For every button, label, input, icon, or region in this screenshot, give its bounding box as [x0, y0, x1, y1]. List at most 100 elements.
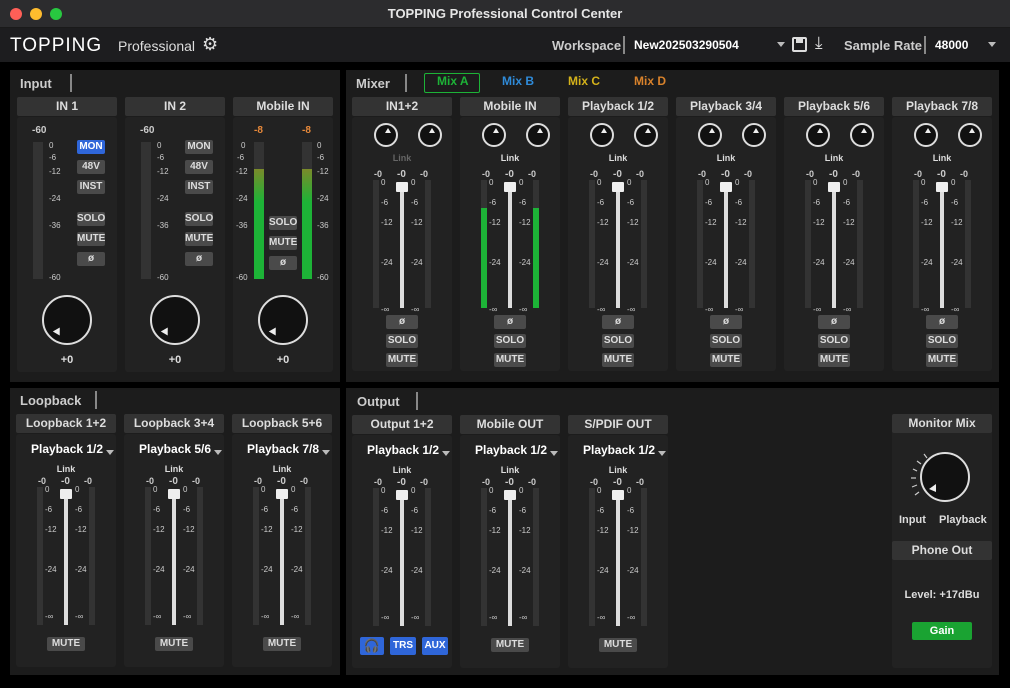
tab-mix-c[interactable]: Mix C	[568, 74, 600, 88]
fader-track[interactable]	[724, 184, 728, 308]
fader-handle[interactable]	[396, 490, 408, 500]
sample-rate-select[interactable]: 48000	[935, 38, 968, 52]
gain-knob[interactable]	[150, 295, 200, 345]
solo-button[interactable]: SOLO	[602, 334, 634, 348]
fader-track[interactable]	[940, 184, 944, 308]
pan-knob[interactable]	[374, 123, 398, 147]
mute-button[interactable]: MUTE	[185, 232, 213, 246]
link-label[interactable]: Link	[16, 464, 116, 474]
chevron-down-icon[interactable]	[550, 451, 558, 456]
phase-button[interactable]: ø	[494, 315, 526, 329]
phantom-48v-button[interactable]: 48V	[77, 160, 105, 174]
inst-button[interactable]: INST	[185, 180, 213, 194]
pan-knob[interactable]	[590, 123, 614, 147]
pan-knob[interactable]	[634, 123, 658, 147]
solo-button[interactable]: SOLO	[386, 334, 418, 348]
fader-track[interactable]	[172, 491, 176, 625]
fader-track[interactable]	[508, 492, 512, 626]
fader-handle[interactable]	[504, 490, 516, 500]
solo-button[interactable]: SOLO	[710, 334, 742, 348]
fader-track[interactable]	[508, 184, 512, 308]
pan-knob[interactable]	[418, 123, 442, 147]
fader-handle[interactable]	[936, 182, 948, 192]
fader-handle[interactable]	[612, 490, 624, 500]
solo-button[interactable]: SOLO	[818, 334, 850, 348]
phase-button[interactable]: ø	[386, 315, 418, 329]
link-label[interactable]: Link	[352, 465, 452, 475]
fader-handle[interactable]	[276, 489, 288, 499]
pan-knob[interactable]	[806, 123, 830, 147]
download-icon[interactable]: ⤓	[815, 33, 823, 53]
mute-button[interactable]: MUTE	[926, 353, 958, 367]
loopback-source-select[interactable]: Playback 7/8	[247, 442, 319, 456]
fader-handle[interactable]	[828, 182, 840, 192]
chevron-down-icon[interactable]	[106, 450, 114, 455]
mute-button[interactable]: MUTE	[263, 637, 301, 651]
link-label[interactable]: Link	[568, 153, 668, 163]
pan-knob[interactable]	[482, 123, 506, 147]
link-label[interactable]: Link	[124, 464, 224, 474]
pan-knob[interactable]	[850, 123, 874, 147]
pan-knob[interactable]	[526, 123, 550, 147]
gain-button[interactable]: Gain	[912, 622, 972, 640]
inst-button[interactable]: INST	[77, 180, 105, 194]
loopback-source-select[interactable]: Playback 5/6	[139, 442, 211, 456]
output-source-select[interactable]: Playback 1/2	[367, 443, 439, 457]
fader-track[interactable]	[400, 184, 404, 308]
mon-button[interactable]: MON	[77, 140, 105, 154]
gear-icon[interactable]: ⚙	[202, 35, 220, 53]
mute-button[interactable]: MUTE	[269, 236, 297, 250]
link-label[interactable]: Link	[676, 153, 776, 163]
trs-button[interactable]: TRS	[390, 637, 416, 655]
mute-button[interactable]: MUTE	[818, 353, 850, 367]
link-label[interactable]: Link	[352, 153, 452, 163]
fader-track[interactable]	[400, 492, 404, 626]
phase-button[interactable]: ø	[710, 315, 742, 329]
chevron-down-icon[interactable]	[442, 451, 450, 456]
link-label[interactable]: Link	[784, 153, 884, 163]
mute-button[interactable]: MUTE	[386, 353, 418, 367]
pan-knob[interactable]	[698, 123, 722, 147]
aux-button[interactable]: AUX	[422, 637, 448, 655]
link-label[interactable]: Link	[460, 465, 560, 475]
phase-button[interactable]: ø	[269, 256, 297, 270]
fader-handle[interactable]	[720, 182, 732, 192]
link-label[interactable]: Link	[892, 153, 992, 163]
output-source-select[interactable]: Playback 1/2	[475, 443, 547, 457]
workspace-select[interactable]: New202503290504	[634, 38, 739, 52]
solo-button[interactable]: SOLO	[269, 216, 297, 230]
phase-button[interactable]: ø	[926, 315, 958, 329]
tab-mix-d[interactable]: Mix D	[634, 74, 666, 88]
solo-button[interactable]: SOLO	[494, 334, 526, 348]
solo-button[interactable]: SOLO	[77, 212, 105, 226]
solo-button[interactable]: SOLO	[185, 212, 213, 226]
mon-button[interactable]: MON	[185, 140, 213, 154]
pan-knob[interactable]	[742, 123, 766, 147]
phase-button[interactable]: ø	[818, 315, 850, 329]
mute-button[interactable]: MUTE	[494, 353, 526, 367]
mute-button[interactable]: MUTE	[599, 638, 637, 652]
mute-button[interactable]: MUTE	[47, 637, 85, 651]
fader-handle[interactable]	[396, 182, 408, 192]
tab-mix-a[interactable]: Mix A	[437, 74, 469, 88]
solo-button[interactable]: SOLO	[926, 334, 958, 348]
monitor-mix-knob[interactable]	[905, 443, 977, 505]
link-label[interactable]: Link	[232, 464, 332, 474]
chevron-down-icon[interactable]	[322, 450, 330, 455]
fader-track[interactable]	[64, 491, 68, 625]
fader-track[interactable]	[616, 184, 620, 308]
phase-button[interactable]: ø	[602, 315, 634, 329]
pan-knob[interactable]	[914, 123, 938, 147]
fader-track[interactable]	[832, 184, 836, 308]
mute-button[interactable]: MUTE	[602, 353, 634, 367]
headphones-icon[interactable]: 🎧	[360, 637, 384, 655]
tab-mix-b[interactable]: Mix B	[502, 74, 534, 88]
output-source-select[interactable]: Playback 1/2	[583, 443, 655, 457]
mute-button[interactable]: MUTE	[77, 232, 105, 246]
pan-knob[interactable]	[958, 123, 982, 147]
fader-handle[interactable]	[60, 489, 72, 499]
mute-button[interactable]: MUTE	[155, 637, 193, 651]
mute-button[interactable]: MUTE	[491, 638, 529, 652]
gain-knob[interactable]	[42, 295, 92, 345]
link-label[interactable]: Link	[460, 153, 560, 163]
